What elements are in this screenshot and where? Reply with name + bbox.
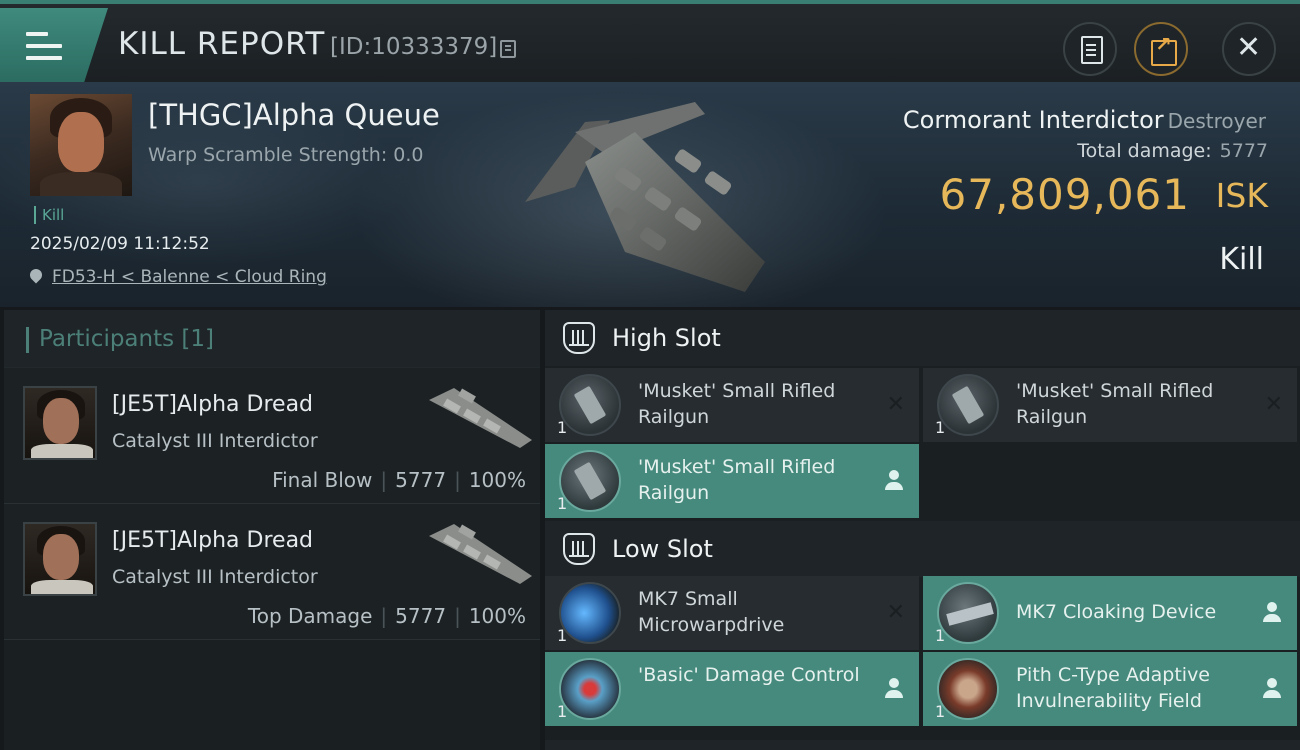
participant-row[interactable]: [JE5T]Alpha Dread Catalyst III Interdict… <box>4 368 540 504</box>
participant-name: [JE5T]Alpha Dread <box>112 392 314 417</box>
item-name: 'Musket' Small Rifled Railgun <box>1016 380 1214 428</box>
kill-tag: Kill <box>34 206 64 224</box>
fitting-item[interactable]: 1 MK7 Small Microwarpdrive ✕ <box>545 576 919 650</box>
item-name: 'Musket' Small Rifled Railgun <box>638 456 836 504</box>
participant-ship-image <box>429 524 532 584</box>
participant-ship: Catalyst III Interdictor <box>112 430 318 452</box>
low-slot-header: Low Slot <box>545 521 1300 577</box>
participants-panel: Participants [1] [JE5T]Alpha Dread Catal… <box>4 310 540 750</box>
avatar[interactable] <box>23 386 97 460</box>
report-id: [ID:10333379] <box>330 34 498 60</box>
high-slot-header: High Slot <box>545 310 1300 366</box>
total-damage: Total damage: 5777 <box>1077 140 1268 162</box>
item-quantity: 1 <box>935 626 946 645</box>
fitting-item[interactable]: 1 'Musket' Small Rifled Railgun ✕ <box>545 368 919 442</box>
page-title: KILL REPORT <box>118 26 326 62</box>
participant-stats: Final Blow | 5777 | 100% <box>272 468 526 492</box>
participant-row[interactable]: [JE5T]Alpha Dread Catalyst III Interdict… <box>4 504 540 640</box>
victim-ship-image <box>525 102 765 292</box>
item-name: MK7 Cloaking Device <box>1016 601 1217 623</box>
participant-name: [JE5T]Alpha Dread <box>112 528 314 553</box>
item-quantity: 1 <box>557 626 568 645</box>
total-damage-value: 5777 <box>1219 140 1268 162</box>
fitting-item[interactable]: 1 MK7 Cloaking Device <box>923 576 1297 650</box>
share-icon[interactable] <box>1134 22 1188 76</box>
x-icon: ✕ <box>1264 392 1283 417</box>
item-quantity: 1 <box>557 494 568 513</box>
close-button[interactable]: ✕ <box>1222 22 1276 76</box>
fitting-item[interactable]: 1 'Basic' Damage Control <box>545 652 919 726</box>
menu-icon <box>26 32 62 60</box>
victim-portrait[interactable] <box>30 94 132 196</box>
isk-label: ISK <box>1215 176 1268 215</box>
participant-stats: Top Damage | 5777 | 100% <box>247 604 526 628</box>
railgun-icon <box>559 450 621 512</box>
avatar[interactable] <box>23 522 97 596</box>
fitting-item[interactable]: 1 'Musket' Small Rifled Railgun ✕ <box>923 368 1297 442</box>
fitting-item[interactable]: 1 'Musket' Small Rifled Railgun <box>545 444 919 518</box>
x-icon: ✕ <box>886 392 905 417</box>
kill-timestamp: 2025/02/09 11:12:52 <box>30 234 210 254</box>
person-icon <box>885 678 903 700</box>
shield-module-icon <box>937 658 999 720</box>
menu-button[interactable] <box>0 8 108 82</box>
item-quantity: 1 <box>557 702 568 721</box>
railgun-icon <box>937 374 999 436</box>
next-slot-header <box>545 740 1300 750</box>
slot-label: High Slot <box>612 324 721 352</box>
participant-role: Top Damage <box>247 604 373 628</box>
railgun-icon <box>559 374 621 436</box>
person-icon <box>885 470 903 492</box>
location-link[interactable]: FD53-H < Balenne < Cloud Ring <box>52 267 327 287</box>
microwarpdrive-icon <box>559 582 621 644</box>
map-pin-icon <box>27 266 45 284</box>
participants-header: Participants [1] <box>4 310 540 368</box>
top-bar: KILL REPORT [ID:10333379] ✕ <box>0 0 1300 82</box>
victim-ship-name: Cormorant Interdictor Destroyer <box>902 106 1266 134</box>
participant-damage: 5777 <box>395 604 447 628</box>
cloaking-device-icon <box>937 582 999 644</box>
item-name: 'Musket' Small Rifled Railgun <box>638 380 836 428</box>
fitting-item[interactable]: 1 Pith C-Type Adaptive Invulnerability F… <box>923 652 1297 726</box>
slot-icon <box>563 322 595 354</box>
victim-name[interactable]: [THGC]Alpha Queue <box>148 98 440 132</box>
participant-percent: 100% <box>468 468 526 492</box>
item-quantity: 1 <box>557 418 568 437</box>
item-quantity: 1 <box>935 702 946 721</box>
person-icon <box>1263 602 1281 624</box>
isk-value: 67,809,061 <box>939 170 1190 219</box>
location[interactable]: FD53-H < Balenne < Cloud Ring <box>27 266 327 287</box>
x-icon: ✕ <box>886 600 905 625</box>
item-name: 'Basic' Damage Control <box>638 664 860 686</box>
item-quantity: 1 <box>935 418 946 437</box>
close-icon: ✕ <box>1236 30 1262 65</box>
result-label: Kill <box>1219 242 1264 277</box>
participant-damage: 5777 <box>395 468 447 492</box>
item-name: Pith C-Type Adaptive Invulnerability Fie… <box>1016 664 1210 712</box>
item-name: MK7 Small Microwarpdrive <box>638 588 785 636</box>
damage-control-icon <box>559 658 621 720</box>
participant-ship: Catalyst III Interdictor <box>112 566 318 588</box>
ship-class: Destroyer <box>1167 109 1266 133</box>
slot-icon <box>563 533 595 565</box>
victim-banner: [THGC]Alpha Queue Warp Scramble Strength… <box>0 82 1300 307</box>
slot-label: Low Slot <box>612 535 713 563</box>
warp-scramble-strength: Warp Scramble Strength: 0.0 <box>148 144 424 166</box>
copy-icon[interactable] <box>500 40 516 58</box>
fitting-panel: High Slot 1 'Musket' Small Rifled Railgu… <box>545 310 1300 750</box>
participant-role: Final Blow <box>272 468 373 492</box>
participant-ship-image <box>429 388 532 448</box>
participant-percent: 100% <box>468 604 526 628</box>
person-icon <box>1263 678 1281 700</box>
clipboard-icon[interactable] <box>1063 22 1117 76</box>
